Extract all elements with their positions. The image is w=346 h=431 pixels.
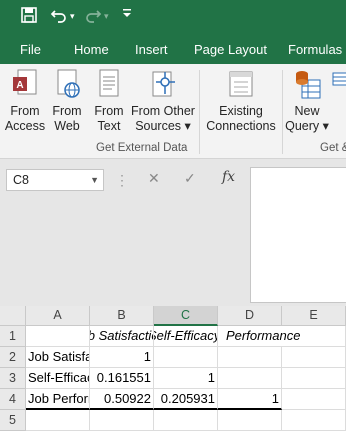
cell-a3[interactable]: Self-Efficacy — [26, 368, 90, 389]
new-query-button[interactable]: New Query ▾ — [284, 68, 330, 134]
save-icon[interactable] — [20, 6, 38, 28]
from-web-button[interactable]: From Web — [48, 68, 86, 134]
cell-e1[interactable] — [282, 326, 346, 347]
insert-function-icon[interactable]: fx — [222, 169, 235, 185]
cell-d2[interactable] — [218, 347, 282, 368]
cell-b1-text: Job Satisfaction — [90, 328, 153, 343]
name-box-dropdown-icon[interactable]: ▼ — [90, 170, 99, 190]
select-all-corner[interactable] — [0, 306, 26, 326]
cell-d5[interactable] — [218, 410, 282, 431]
table-icon — [332, 72, 346, 86]
cell-e5[interactable] — [282, 410, 346, 431]
from-text-button[interactable]: From Text — [90, 68, 128, 134]
formula-bar: C8 ▼ ⋮ ✕ ✓ fx — [0, 159, 346, 306]
quick-access-toolbar: ▾ ▾ — [0, 0, 346, 36]
from-web-label-1: From — [52, 104, 82, 118]
cell-c5[interactable] — [154, 410, 218, 431]
cell-a1[interactable] — [26, 326, 90, 347]
existing-connections-label-1: Existing — [219, 104, 263, 118]
cell-d3[interactable] — [218, 368, 282, 389]
undo-dropdown-icon[interactable]: ▾ — [70, 6, 75, 28]
web-icon — [52, 68, 82, 100]
from-web-label-2: Web — [54, 119, 80, 133]
column-header-e[interactable]: E — [282, 306, 346, 326]
formula-input[interactable] — [250, 167, 346, 303]
cell-a4[interactable]: Job Performance — [26, 389, 90, 410]
column-header-b[interactable]: B — [90, 306, 154, 326]
cell-d4[interactable]: 1 — [218, 389, 282, 410]
from-access-label-1: From — [10, 104, 40, 118]
cell-b5[interactable] — [90, 410, 154, 431]
from-other-sources-label-1: From Other — [131, 104, 195, 118]
ribbon-data: A From Access From Web From Text From Ot… — [0, 64, 346, 159]
access-icon: A — [10, 68, 40, 100]
cancel-icon[interactable]: ✕ — [148, 170, 160, 187]
ribbon-tabs: File Home Insert Page Layout Formulas — [0, 36, 346, 64]
svg-text:A: A — [16, 80, 23, 91]
column-header-a[interactable]: A — [26, 306, 90, 326]
from-text-label-2: Text — [97, 119, 121, 133]
existing-connections-label-2: Connections — [206, 119, 276, 133]
text-file-icon — [94, 68, 124, 100]
tab-page-layout[interactable]: Page Layout — [194, 36, 267, 64]
new-query-icon — [292, 68, 322, 100]
enter-icon[interactable]: ✓ — [184, 170, 196, 187]
from-other-sources-button[interactable]: From Other Sources ▾ — [130, 68, 196, 134]
cell-c3[interactable]: 1 — [154, 368, 218, 389]
group-label-get-transform: Get & — [320, 142, 346, 154]
cell-b3[interactable]: 0.161551 — [90, 368, 154, 389]
row-header-4[interactable]: 4 — [0, 389, 26, 410]
cell-e2[interactable] — [282, 347, 346, 368]
tab-home[interactable]: Home — [74, 36, 109, 64]
row-header-2[interactable]: 2 — [0, 347, 26, 368]
cell-c1-text: Self-Efficacy — [154, 328, 218, 343]
name-box[interactable]: C8 ▼ — [6, 169, 104, 191]
from-other-sources-label-2: Sources ▾ — [135, 119, 191, 133]
tab-formulas[interactable]: Formulas — [288, 36, 342, 64]
show-queries-button[interactable] — [330, 68, 346, 86]
name-box-value: C8 — [13, 173, 29, 187]
cell-b4[interactable]: 0.50922 — [90, 389, 154, 410]
column-header-c[interactable]: C — [154, 306, 218, 326]
redo-icon[interactable] — [84, 6, 102, 28]
connections-icon — [226, 68, 256, 100]
formula-bar-separator: ⋮ — [115, 172, 129, 188]
tab-file[interactable]: File — [20, 36, 41, 64]
row-header-5[interactable]: 5 — [0, 410, 26, 431]
new-query-label-2: Query ▾ — [285, 119, 329, 133]
redo-dropdown-icon[interactable]: ▾ — [104, 6, 109, 28]
formula-buttons: ✕ ✓ fx — [136, 169, 244, 191]
cell-c1[interactable]: Self-Efficacy — [154, 326, 218, 347]
column-header-d[interactable]: D — [218, 306, 282, 326]
from-access-button[interactable]: A From Access — [4, 68, 46, 134]
worksheet-grid: A B C D E 1 2 3 4 5 Job Satisfaction Sel… — [0, 306, 346, 431]
group-separator — [282, 70, 283, 154]
cell-e3[interactable] — [282, 368, 346, 389]
row-header-1[interactable]: 1 — [0, 326, 26, 347]
cell-a2[interactable]: Job Satisfaction — [26, 347, 90, 368]
group-label-get-external-data: Get External Data — [96, 142, 188, 154]
cell-d1[interactable]: Performance — [218, 326, 300, 347]
cell-c4[interactable]: 0.205931 — [154, 389, 218, 410]
row-header-3[interactable]: 3 — [0, 368, 26, 389]
cell-b1[interactable]: Job Satisfaction — [90, 326, 154, 347]
existing-connections-button[interactable]: Existing Connections — [204, 68, 278, 134]
cell-a5[interactable] — [26, 410, 90, 431]
customize-icon[interactable] — [122, 6, 132, 28]
cell-e4[interactable] — [282, 389, 346, 410]
cell-b2[interactable]: 1 — [90, 347, 154, 368]
undo-icon[interactable] — [50, 6, 68, 28]
group-separator — [199, 70, 200, 154]
from-text-label-1: From — [94, 104, 124, 118]
tab-insert[interactable]: Insert — [135, 36, 168, 64]
new-query-label-1: New — [294, 104, 320, 118]
from-access-label-2: Access — [4, 119, 46, 133]
other-sources-icon — [148, 68, 178, 100]
cell-c2[interactable] — [154, 347, 218, 368]
